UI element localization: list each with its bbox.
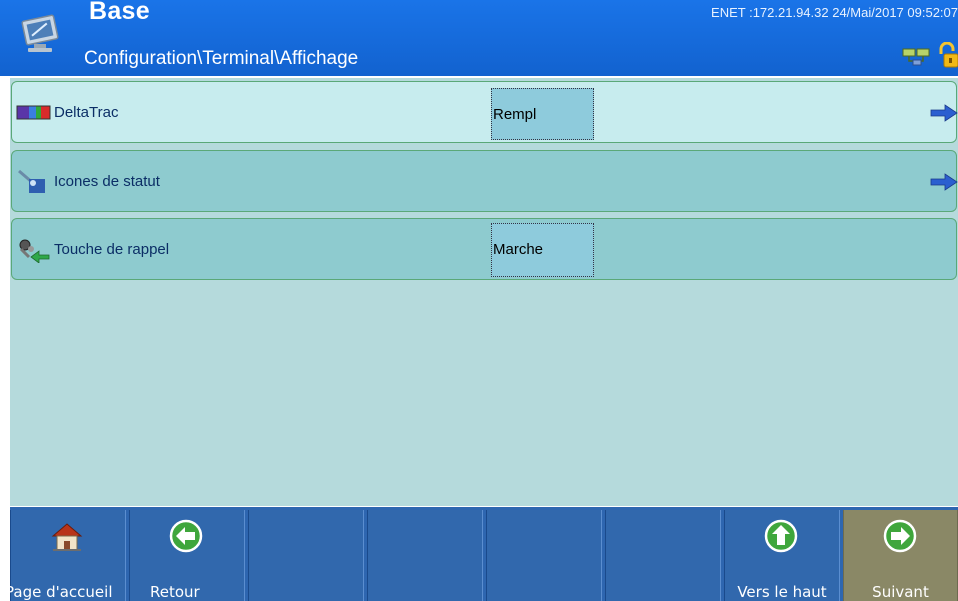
home-button[interactable]: Page d'accueil bbox=[5, 510, 126, 601]
deltatrac-icon bbox=[16, 105, 51, 120]
row-label: Touche de rappel bbox=[54, 241, 170, 258]
left-margin bbox=[0, 78, 10, 601]
home-button-label: Page d'accueil bbox=[5, 583, 113, 601]
deltatrac-value-field[interactable]: Rempl bbox=[491, 88, 594, 140]
header-bar: Base Configuration\Terminal\Affichage EN… bbox=[0, 0, 958, 76]
back-button-label: Retour bbox=[150, 583, 200, 601]
lock-icon bbox=[939, 42, 958, 68]
network-icon bbox=[902, 48, 930, 66]
next-button[interactable]: Suivant bbox=[843, 510, 958, 601]
softkey-empty-4[interactable] bbox=[367, 510, 483, 601]
recall-key-icon bbox=[19, 239, 50, 263]
page-title: Base bbox=[89, 0, 150, 25]
right-arrow-icon[interactable] bbox=[929, 104, 958, 122]
softkey-empty-3[interactable] bbox=[248, 510, 364, 601]
list-item-recall-key[interactable]: Touche de rappel Marche bbox=[11, 218, 957, 280]
monitor-icon bbox=[21, 14, 59, 52]
row-label: Icones de statut bbox=[54, 173, 160, 190]
breadcrumb: Configuration\Terminal\Affichage bbox=[84, 48, 359, 69]
back-arrow-icon bbox=[169, 519, 203, 553]
back-button[interactable]: Retour bbox=[129, 510, 245, 601]
softkey-empty-6[interactable] bbox=[605, 510, 721, 601]
row-label: DeltaTrac bbox=[54, 104, 119, 121]
up-arrow-icon bbox=[764, 519, 798, 553]
softkey-empty-5[interactable] bbox=[486, 510, 602, 601]
status-text: ENET :172.21.94.32 24/Mai/2017 09:52:07 bbox=[711, 5, 958, 20]
list-item-deltatrac[interactable]: DeltaTrac Rempl bbox=[11, 81, 958, 143]
scroll-up-button[interactable]: Vers le haut bbox=[724, 510, 840, 601]
next-arrow-icon bbox=[883, 519, 917, 553]
scroll-up-button-label: Vers le haut bbox=[737, 583, 827, 601]
next-button-label: Suivant bbox=[872, 583, 929, 601]
home-icon bbox=[51, 523, 83, 551]
softkey-bar: Page d'accueil Retour Vers le haut Suiva… bbox=[5, 507, 958, 601]
list-item-status-icons[interactable]: Icones de statut bbox=[11, 150, 958, 212]
recall-key-value-field[interactable]: Marche bbox=[491, 223, 594, 277]
right-arrow-icon[interactable] bbox=[929, 173, 958, 191]
settings-list: DeltaTrac Rempl Icones de statut Touche … bbox=[10, 78, 958, 506]
status-icons-icon bbox=[18, 169, 45, 193]
